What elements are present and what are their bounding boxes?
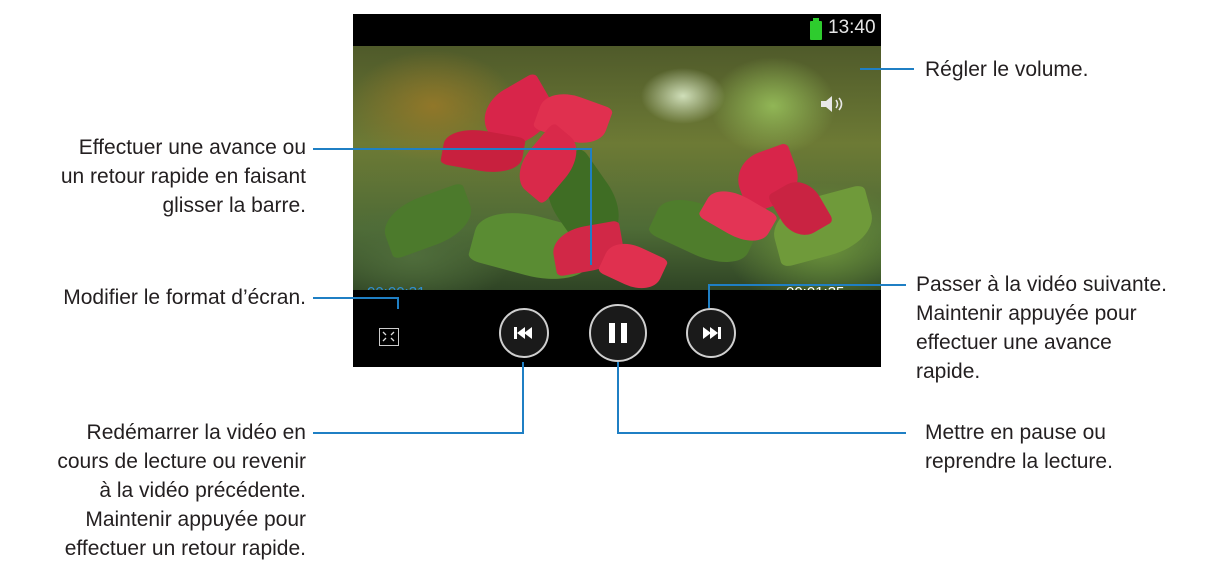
callout-next-line: Maintenir appuyée pour xyxy=(916,302,1137,325)
pause-button[interactable] xyxy=(589,304,647,362)
callout-previous-line: cours de lecture ou revenir xyxy=(57,450,306,473)
callout-next-line: Passer à la vidéo suivante. xyxy=(916,273,1167,296)
next-icon xyxy=(703,327,721,339)
callout-seek: Effectuer une avance ou un retour rapide… xyxy=(0,133,306,220)
previous-icon xyxy=(514,327,532,339)
callout-next-line: effectuer une avance xyxy=(916,331,1112,354)
callout-previous: Redémarrer la vidéo en cours de lecture … xyxy=(0,418,306,563)
callout-line-format xyxy=(397,297,399,309)
callout-format-text: Modifier le format d’écran. xyxy=(63,286,306,309)
video-frame[interactable]: 00:00:31 00:01:35 xyxy=(353,46,881,301)
status-bar: 13:40 xyxy=(353,14,881,46)
callout-line-volume xyxy=(860,68,914,70)
video-player-screen: 13:40 00:00:31 00:01:35 xyxy=(353,14,881,367)
callout-pause-line: Mettre en pause ou xyxy=(925,421,1106,444)
callout-line-format xyxy=(313,297,399,299)
callout-volume: Régler le volume. xyxy=(925,55,1088,84)
callout-line-previous xyxy=(522,362,524,434)
callout-seek-line: un retour rapide en faisant xyxy=(60,165,306,188)
callout-seek-line: Effectuer une avance ou xyxy=(78,136,306,159)
callout-line-previous xyxy=(313,432,524,434)
pause-icon xyxy=(609,323,627,343)
callout-pause: Mettre en pause ou reprendre la lecture. xyxy=(925,418,1113,476)
callout-previous-line: Redémarrer la vidéo en xyxy=(86,421,306,444)
speaker-icon[interactable] xyxy=(819,94,849,114)
next-button[interactable] xyxy=(686,308,736,358)
callout-line-next xyxy=(708,284,710,308)
screen-format-icon[interactable] xyxy=(379,328,399,346)
callout-previous-line: effectuer un retour rapide. xyxy=(64,537,306,560)
battery-icon xyxy=(810,18,822,40)
callout-pause-line: reprendre la lecture. xyxy=(925,450,1113,473)
leaf xyxy=(377,182,479,260)
callout-line-seek xyxy=(313,148,592,150)
callout-format: Modifier le format d’écran. xyxy=(0,283,306,312)
callout-line-seek xyxy=(590,148,592,265)
callout-next: Passer à la vidéo suivante. Maintenir ap… xyxy=(916,270,1167,386)
callout-seek-line: glisser la barre. xyxy=(162,194,306,217)
callout-volume-text: Régler le volume. xyxy=(925,58,1089,81)
control-bar xyxy=(353,290,881,367)
callout-previous-line: à la vidéo précédente. xyxy=(99,479,306,502)
previous-button[interactable] xyxy=(499,308,549,358)
callout-line-pause xyxy=(617,362,619,434)
status-time: 13:40 xyxy=(828,17,876,38)
callout-next-line: rapide. xyxy=(916,360,981,383)
callout-line-pause xyxy=(617,432,906,434)
callout-line-next xyxy=(708,284,906,286)
callout-previous-line: Maintenir appuyée pour xyxy=(85,508,306,531)
